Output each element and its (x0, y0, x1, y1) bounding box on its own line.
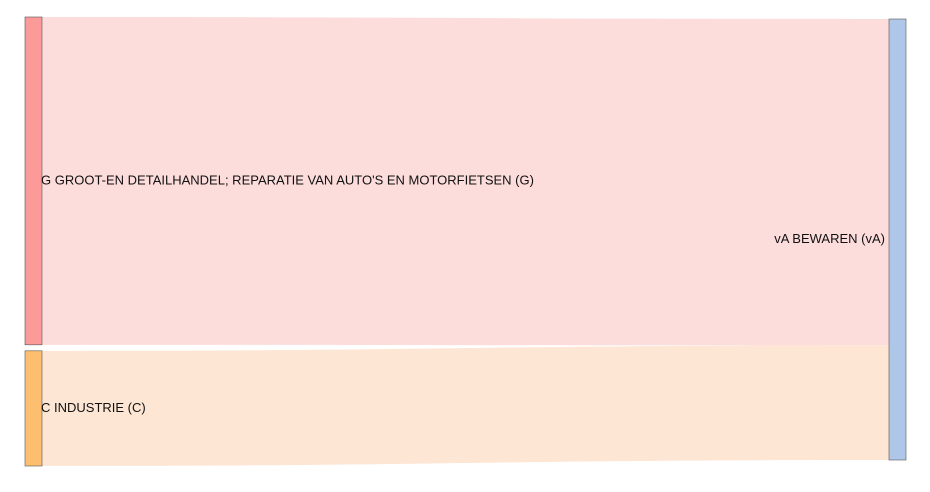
sankey-node-C[interactable] (24, 350, 43, 467)
sankey-node-G[interactable] (24, 16, 43, 346)
sankey-links (42, 17, 889, 466)
sankey-node-label-G: G GROOT-EN DETAILHANDEL; REPARATIE VAN A… (41, 172, 534, 187)
sankey-node-label-vA: vA BEWAREN (vA) (774, 231, 885, 246)
sankey-link-C-vA[interactable] (42, 345, 889, 466)
sankey-chart: G GROOT-EN DETAILHANDEL; REPARATIE VAN A… (24, 16, 907, 467)
sankey-node-label-C: C INDUSTRIE (C) (41, 400, 146, 415)
sankey-node-vA[interactable] (888, 18, 907, 461)
